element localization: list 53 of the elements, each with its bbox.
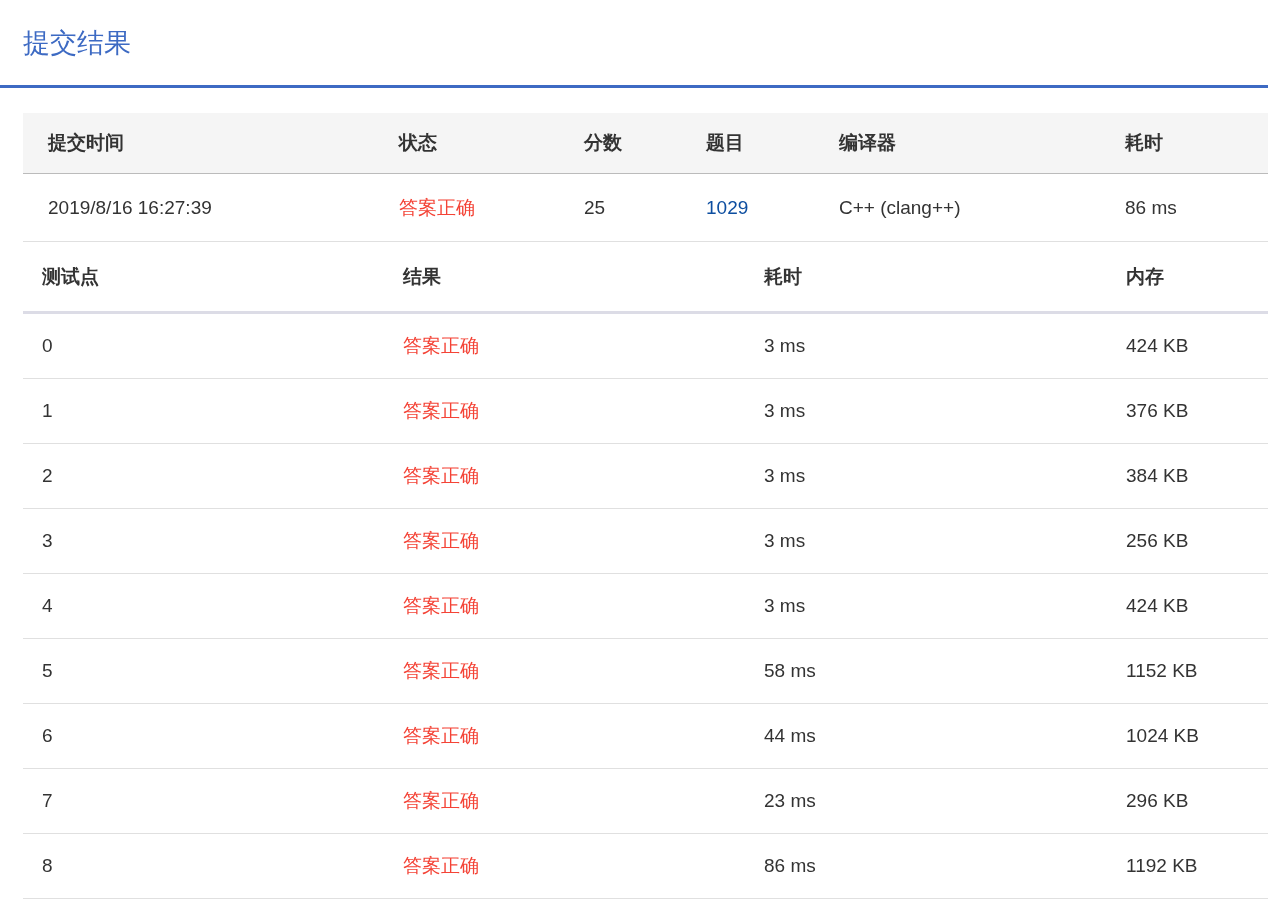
column-header: 分数 <box>584 131 623 155</box>
time-text: 3 ms <box>764 335 806 357</box>
memory-text: 256 KB <box>1126 530 1189 552</box>
time-text: 44 ms <box>764 725 816 747</box>
result-text: 答案正确 <box>403 724 479 748</box>
problem-link[interactable]: 1029 <box>706 196 749 219</box>
time-text: 3 ms <box>764 530 806 552</box>
column-header: 题目 <box>706 131 745 155</box>
case-number: 3 <box>42 530 53 552</box>
submit-time: 2019/8/16 16:27:39 <box>48 196 212 219</box>
column-header: 耗时 <box>764 264 803 289</box>
score-text: 25 <box>584 196 606 219</box>
case-number: 7 <box>42 790 53 812</box>
result-text: 答案正确 <box>403 529 479 553</box>
column-header: 耗时 <box>1125 131 1164 155</box>
memory-text: 384 KB <box>1126 465 1189 487</box>
column-header: 测试点 <box>42 264 100 289</box>
page-title: 提交结果 <box>23 26 131 60</box>
status-text: 答案正确 <box>399 195 475 220</box>
result-text: 答案正确 <box>403 854 479 878</box>
memory-text: 424 KB <box>1126 335 1189 357</box>
time-text: 3 ms <box>764 400 806 422</box>
case-number: 2 <box>42 465 53 487</box>
memory-text: 1192 KB <box>1126 855 1198 877</box>
result-text: 答案正确 <box>403 659 479 683</box>
result-text: 答案正确 <box>403 594 479 618</box>
case-number: 4 <box>42 595 53 617</box>
memory-text: 1152 KB <box>1126 660 1198 682</box>
column-header: 结果 <box>403 264 442 289</box>
time-text: 3 ms <box>764 595 806 617</box>
column-header: 编译器 <box>839 131 897 155</box>
memory-text: 376 KB <box>1126 400 1189 422</box>
column-header: 提交时间 <box>48 131 125 155</box>
result-text: 答案正确 <box>403 789 479 813</box>
result-text: 答案正确 <box>403 399 479 423</box>
duration-text: 86 ms <box>1125 196 1177 219</box>
case-number: 0 <box>42 335 53 357</box>
memory-text: 424 KB <box>1126 595 1189 617</box>
case-number: 6 <box>42 725 53 747</box>
memory-text: 1024 KB <box>1126 725 1199 747</box>
case-number: 5 <box>42 660 53 682</box>
time-text: 3 ms <box>764 465 806 487</box>
time-text: 58 ms <box>764 660 816 682</box>
column-header: 状态 <box>399 131 438 155</box>
time-text: 23 ms <box>764 790 816 812</box>
compiler-text: C++ (clang++) <box>839 196 961 219</box>
case-number: 1 <box>42 400 53 422</box>
time-text: 86 ms <box>764 855 816 877</box>
column-header: 内存 <box>1126 264 1165 289</box>
result-text: 答案正确 <box>403 334 479 358</box>
case-number: 8 <box>42 855 53 877</box>
memory-text: 296 KB <box>1126 790 1189 812</box>
result-text: 答案正确 <box>403 464 479 488</box>
